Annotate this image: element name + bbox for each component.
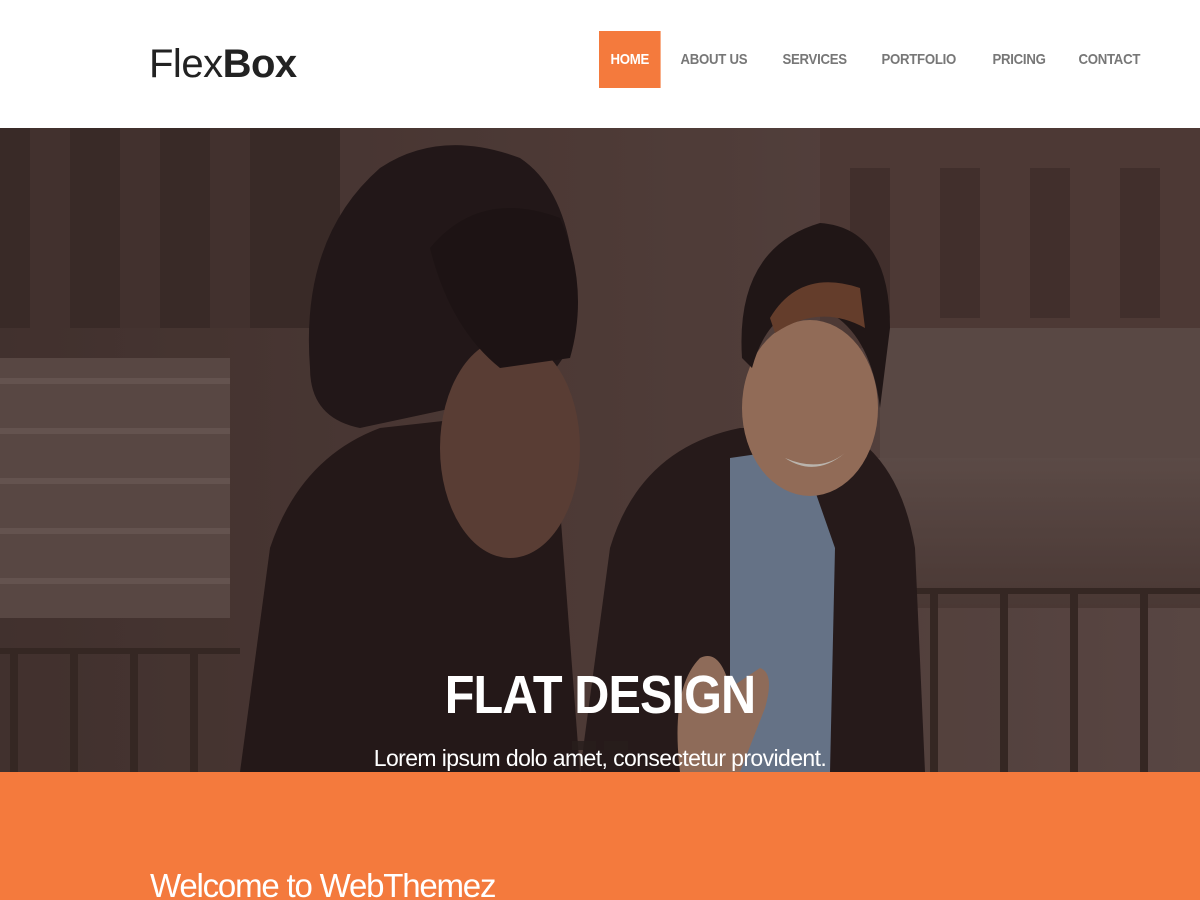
welcome-heading: Welcome to WebThemez [150,867,496,900]
nav-item-portfolio[interactable]: PORTFOLIO [870,31,968,88]
welcome-section: Welcome to WebThemez [0,772,1200,900]
hero-slider: FLAT DESIGN Lorem ipsum dolo amet, conse… [0,128,1200,772]
logo-bold-text: Box [222,42,298,86]
site-logo[interactable]: FlexBox [149,40,297,88]
nav-item-services[interactable]: SERVICES [771,31,858,88]
nav-item-pricing[interactable]: PRICING [981,31,1057,88]
slider-indicator-1[interactable] [572,741,596,750]
nav-item-home[interactable]: HOME [599,31,661,88]
logo-light-text: Flex [149,42,223,86]
hero-title: FLAT DESIGN [444,665,756,725]
site-header: FlexBox HOME ABOUT US SERVICES PORTFOLIO… [0,0,1200,128]
main-nav: HOME ABOUT US SERVICES PORTFOLIO PRICING… [599,31,1163,88]
nav-item-about-us[interactable]: ABOUT US [669,31,759,88]
nav-item-contact[interactable]: CONTACT [1067,31,1152,88]
slider-indicators [572,741,628,750]
slider-indicator-2[interactable] [604,741,628,750]
